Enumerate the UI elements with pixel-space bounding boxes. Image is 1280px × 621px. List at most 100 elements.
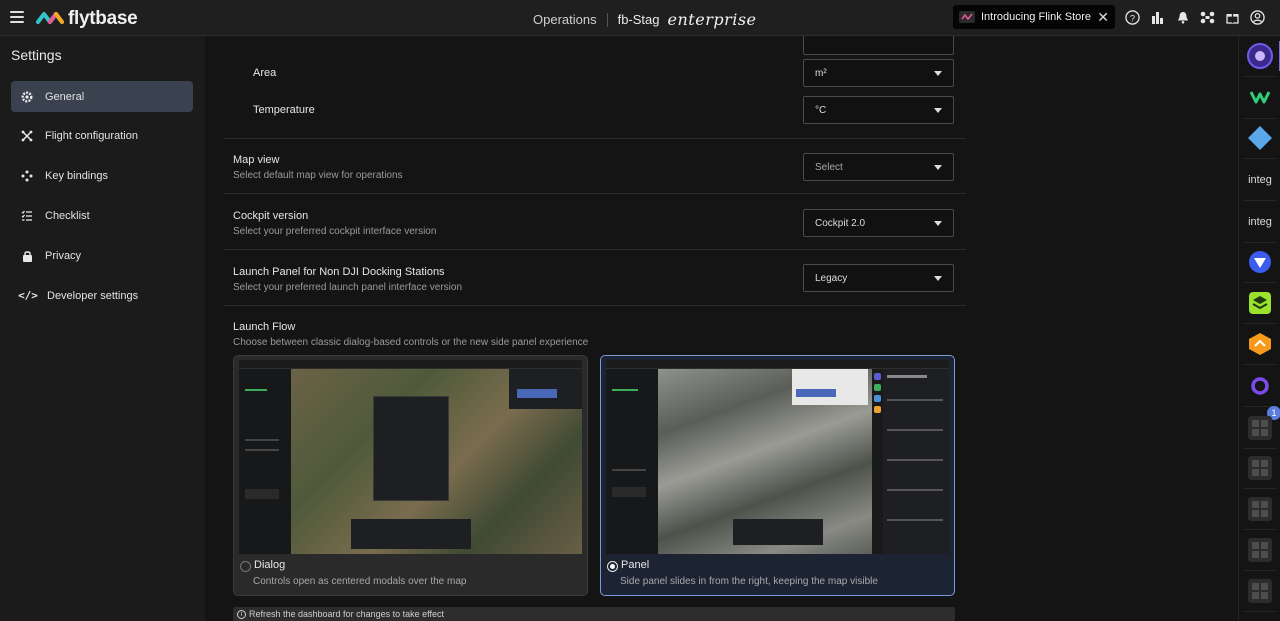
logo-text: flytbase (68, 8, 138, 29)
gift-icon[interactable] (1224, 8, 1241, 26)
launch-flow-option-panel[interactable]: Panel Side panel slides in from the righ… (600, 355, 955, 596)
cockpit-version-row: Cockpit version Select your preferred co… (223, 194, 966, 250)
checklist-icon (20, 209, 34, 223)
sidebar-item-key-bindings[interactable]: Key bindings (11, 160, 193, 191)
layers-app-icon[interactable] (1246, 289, 1274, 317)
sidebar-title: Settings (11, 47, 62, 63)
integration-image-icon[interactable]: integ (1246, 166, 1274, 194)
launch-panel-description: Select your preferred launch panel inter… (233, 282, 463, 293)
sidebar-item-label: Privacy (45, 249, 82, 262)
panel-option-title: Panel (621, 559, 650, 571)
sidebar-item-developer-settings[interactable]: </> Developer settings (11, 280, 193, 311)
code-icon: </> (18, 289, 38, 302)
cockpit-version-value: Cockpit 2.0 (815, 217, 866, 229)
svg-text:?: ? (1130, 13, 1135, 23)
cockpit-version-description: Select your preferred cockpit interface … (233, 226, 437, 237)
area-select[interactable]: m² (803, 59, 954, 87)
chevron-down-icon (934, 165, 942, 170)
temperature-select[interactable]: °C (803, 96, 954, 124)
launch-panel-value: Legacy (815, 272, 848, 284)
sidebar-item-label: Checklist (45, 209, 90, 222)
area-label: Area (253, 67, 277, 79)
app-placeholder-icon[interactable] (1246, 577, 1274, 605)
sidebar-item-label: Developer settings (47, 289, 139, 302)
announcement-text: Introducing Flink Store (981, 11, 1092, 23)
blue-arrow-app-icon[interactable] (1246, 248, 1274, 276)
close-icon[interactable]: ✕ (1097, 9, 1109, 26)
gear-icon (20, 90, 34, 104)
launch-panel-select[interactable]: Legacy (803, 264, 954, 292)
divider (606, 12, 608, 27)
map-view-label: Map view (233, 154, 280, 166)
sidebar-item-flight-configuration[interactable]: Flight configuration (11, 120, 193, 151)
sidebar-item-general[interactable]: General (11, 81, 193, 112)
chevron-down-icon (934, 71, 942, 76)
flink-store-icon (959, 11, 975, 23)
ring-app-icon[interactable] (1246, 372, 1274, 400)
launch-panel-row: Launch Panel for Non DJI Docking Station… (223, 250, 966, 306)
green-app-icon[interactable] (1246, 83, 1274, 111)
cockpit-version-label: Cockpit version (233, 210, 309, 222)
workspace-switcher: Operations fb-Stag enterprise (533, 10, 757, 29)
settings-sidebar: Settings General Flight configuration Ke… (0, 36, 205, 621)
menu-icon[interactable] (10, 11, 24, 23)
app-placeholder-icon[interactable] (1246, 454, 1274, 482)
app-placeholder-icon[interactable] (1246, 414, 1274, 442)
broken-image-label: integ (1248, 173, 1272, 186)
panel-radio[interactable] (607, 561, 618, 572)
map-view-value: Select (815, 161, 843, 173)
cockpit-version-select[interactable]: Cockpit 2.0 (803, 209, 954, 237)
integration-image-icon[interactable]: integ (1246, 208, 1274, 236)
flytbase-logo-icon (36, 12, 64, 24)
dialog-radio[interactable] (240, 561, 251, 572)
refresh-notice-text: Refresh the dashboard for changes to tak… (249, 609, 444, 619)
units-group: Area m² Temperature °C (223, 36, 966, 139)
temperature-label: Temperature (253, 104, 315, 116)
dialog-option-title: Dialog (254, 559, 286, 571)
edition-label: enterprise (667, 10, 757, 29)
gamepad-icon (20, 169, 34, 183)
launch-flow-option-dialog[interactable]: Dialog Controls open as centered modals … (233, 355, 588, 596)
area-value: m² (815, 67, 827, 79)
drone-icon (20, 129, 34, 143)
lock-icon (20, 249, 34, 263)
logo[interactable]: flytbase (36, 8, 138, 30)
sidebar-item-checklist[interactable]: Checklist (11, 200, 193, 231)
sidebar-item-label: Key bindings (45, 169, 108, 182)
diamond-app-icon[interactable] (1246, 124, 1274, 152)
purple-app-icon[interactable] (1246, 42, 1274, 70)
top-icons: ? (1124, 8, 1266, 26)
help-icon[interactable]: ? (1124, 8, 1141, 26)
map-view-description: Select default map view for operations (233, 170, 403, 181)
integrations-rail: integ integ 1 (1238, 36, 1280, 621)
orange-app-icon[interactable] (1246, 330, 1274, 358)
announcement-banner[interactable]: Introducing Flink Store ✕ (953, 5, 1115, 29)
operations-link[interactable]: Operations (533, 12, 597, 27)
app-placeholder-icon[interactable] (1246, 495, 1274, 523)
map-view-row: Map view Select default map view for ope… (223, 139, 966, 194)
panel-preview-image (606, 360, 949, 554)
sidebar-item-label: General (45, 90, 85, 103)
chevron-down-icon (934, 276, 942, 281)
top-bar: flytbase Operations fb-Stag enterprise I… (0, 0, 1280, 36)
user-avatar-icon[interactable] (1249, 8, 1266, 26)
drone-icon[interactable] (1199, 8, 1216, 26)
chevron-down-icon (934, 108, 942, 113)
map-view-select[interactable]: Select (803, 153, 954, 181)
app-placeholder-icon[interactable] (1246, 536, 1274, 564)
sidebar-item-privacy[interactable]: Privacy (11, 240, 193, 271)
temperature-value: °C (815, 104, 827, 116)
broken-image-label: integ (1248, 215, 1272, 228)
panel-option-description: Side panel slides in from the right, kee… (620, 576, 878, 587)
dialog-preview-image (239, 360, 582, 554)
launch-flow-description: Choose between classic dialog-based cont… (233, 337, 589, 348)
analytics-icon[interactable] (1149, 8, 1166, 26)
dialog-option-description: Controls open as centered modals over th… (253, 576, 467, 587)
chevron-down-icon (934, 221, 942, 226)
launch-panel-label: Launch Panel for Non DJI Docking Station… (233, 266, 445, 278)
sidebar-item-label: Flight configuration (45, 129, 138, 142)
settings-content: Area m² Temperature °C Map view Select d… (205, 36, 1238, 621)
environment-name[interactable]: fb-Stag (618, 12, 660, 27)
notification-bell-icon[interactable] (1174, 8, 1191, 26)
info-icon: i (237, 609, 246, 619)
